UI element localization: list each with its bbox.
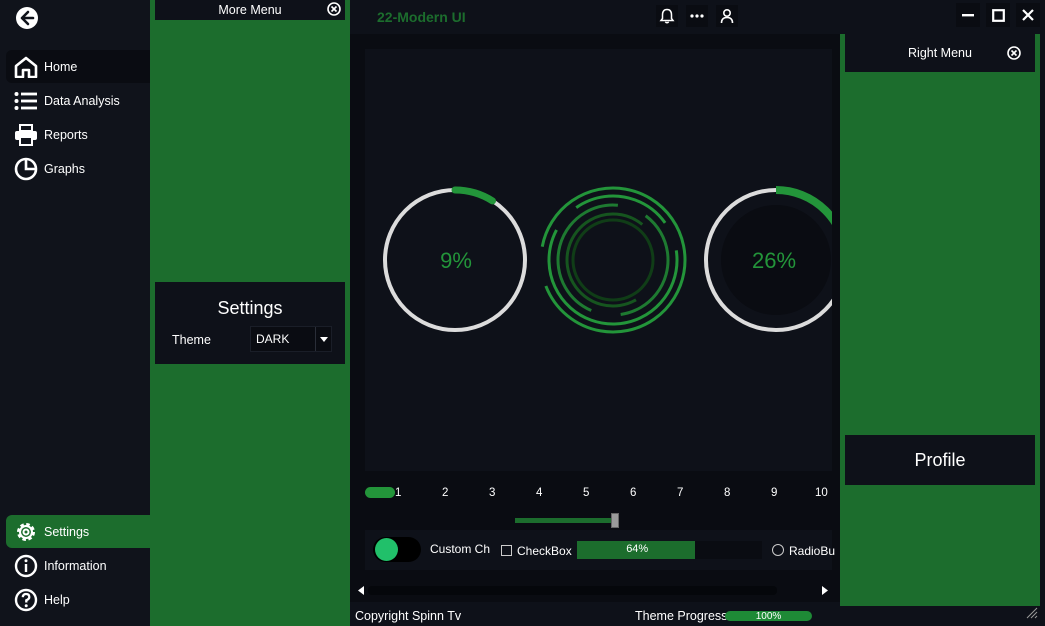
user-icon (720, 8, 734, 24)
more-menu-close-button[interactable] (327, 2, 341, 16)
settings-title: Settings (217, 298, 283, 318)
horizontal-scrollbar[interactable] (355, 580, 832, 600)
sidebar-item-reports[interactable]: Reports (6, 118, 150, 151)
right-menu-panel: Right Menu Profile (840, 34, 1040, 606)
right-menu-close-button[interactable] (1007, 46, 1021, 60)
right-menu-title: Right Menu (908, 46, 972, 60)
sidebar-item-graphs[interactable]: Graphs (6, 152, 150, 185)
progress-ring-1-label: 9% (440, 248, 472, 273)
progress-bar-label: 64% (626, 543, 649, 555)
sidebar-item-label: Home (44, 59, 78, 74)
number-tab-4[interactable]: 4 (536, 487, 542, 499)
custom-toggle[interactable] (373, 537, 421, 562)
more-menu-panel: More Menu Settings Theme DARK (150, 0, 350, 626)
sidebar-item-data-analysis[interactable]: Data Analysis (6, 84, 150, 117)
theme-label: Theme (172, 333, 211, 347)
maximize-button[interactable] (986, 3, 1010, 27)
theme-select-value: DARK (256, 332, 290, 346)
number-tab-indicator (365, 487, 395, 498)
printer-icon (15, 123, 37, 146)
user-button[interactable] (716, 5, 738, 27)
right-menu-header: Right Menu (845, 34, 1035, 72)
home-icon (14, 56, 38, 78)
pie-chart-icon (14, 157, 38, 180)
progress-bar: 64% (577, 541, 762, 559)
app-title: 22-Modern UI (377, 9, 466, 25)
number-tab-10[interactable]: 10 (815, 487, 828, 499)
progress-rings-panel: 9% 26% (365, 49, 832, 471)
profile-label: Profile (914, 449, 966, 470)
theme-progress-label: Theme Progress (635, 609, 728, 623)
notification-button[interactable] (656, 5, 678, 27)
sidebar-item-help[interactable]: Help (6, 583, 150, 616)
sidebar-item-information[interactable]: Information (6, 549, 150, 582)
sidebar-item-label: Help (44, 592, 70, 607)
profile-button[interactable]: Profile (845, 435, 1035, 485)
back-button[interactable] (15, 6, 39, 30)
number-tabs: 1 2 3 4 5 6 7 8 9 10 (365, 472, 832, 516)
minimize-icon (962, 14, 974, 17)
scroll-right-icon[interactable] (822, 586, 828, 595)
number-tab-6[interactable]: 6 (630, 487, 636, 499)
gear-icon (17, 522, 35, 541)
more-menu-title: More Menu (218, 3, 282, 17)
checkbox-label: CheckBox (517, 544, 572, 558)
back-arrow-icon (16, 7, 38, 29)
number-tab-7[interactable]: 7 (677, 487, 683, 499)
slider-thumb[interactable] (611, 513, 619, 528)
checkbox[interactable] (501, 545, 512, 556)
theme-progress-value: 100% (755, 610, 782, 622)
number-tab-5[interactable]: 5 (583, 487, 589, 499)
help-icon (14, 588, 38, 611)
number-tab-1[interactable]: 1 (395, 487, 401, 499)
slider[interactable] (515, 513, 715, 528)
number-tab-2[interactable]: 2 (442, 487, 448, 499)
slider-fill (515, 518, 615, 523)
scrollbar-thumb[interactable] (368, 586, 777, 595)
scroll-left-icon[interactable] (358, 586, 364, 595)
sidebar-item-settings[interactable]: Settings (6, 515, 150, 548)
close-x-icon (1022, 9, 1034, 21)
controls-row: Custom Ch CheckBox 64% RadioBu (365, 530, 836, 570)
sidebar: Home Data Analysis Reports Graphs Settin… (0, 0, 150, 626)
resize-grip-icon[interactable] (1026, 607, 1038, 619)
copyright-text: Copyright Spinn Tv (355, 609, 462, 623)
radio-button[interactable] (772, 544, 784, 556)
sidebar-item-label: Data Analysis (44, 93, 120, 108)
more-menu-header: More Menu (155, 0, 345, 20)
number-tab-3[interactable]: 3 (489, 487, 495, 499)
sidebar-item-label: Information (44, 558, 107, 573)
theme-select[interactable]: DARK (250, 326, 332, 352)
toggle-label: Custom Ch (430, 542, 491, 556)
more-horizontal-icon (690, 14, 704, 18)
sidebar-item-label: Settings (44, 524, 90, 539)
info-icon (14, 554, 38, 577)
toggle-knob (375, 538, 398, 561)
chevron-down-icon (315, 327, 331, 351)
sidebar-item-label: Graphs (44, 161, 85, 176)
window-close-button[interactable] (1016, 3, 1040, 27)
settings-box: Settings Theme DARK (155, 282, 345, 364)
radio-label: RadioBu (789, 544, 836, 558)
list-icon (14, 91, 37, 110)
more-options-button[interactable] (686, 5, 708, 27)
theme-progress-bar: 100% (725, 610, 812, 622)
app-window: Home Data Analysis Reports Graphs Settin… (0, 0, 1045, 626)
sidebar-item-label: Reports (44, 127, 88, 142)
maximize-icon (991, 8, 1005, 22)
number-tab-8[interactable]: 8 (724, 487, 730, 499)
number-tab-9[interactable]: 9 (771, 487, 777, 499)
progress-ring-3-label: 26% (751, 248, 797, 273)
sidebar-item-home[interactable]: Home (6, 50, 150, 83)
close-icon (327, 2, 341, 16)
spinner-ring (539, 186, 687, 334)
bell-icon (659, 8, 675, 24)
minimize-button[interactable] (956, 3, 980, 27)
close-icon (1007, 46, 1021, 60)
